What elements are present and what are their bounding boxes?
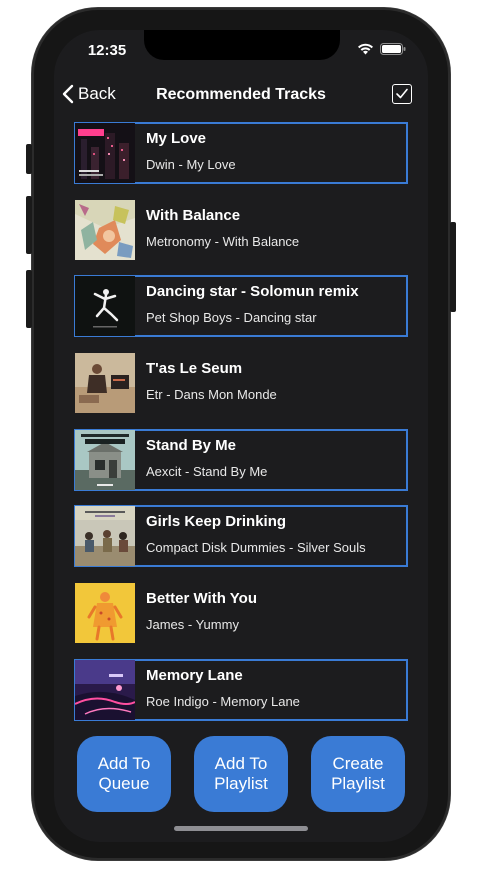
volume-down-button — [26, 270, 32, 328]
wifi-icon — [358, 43, 373, 55]
track-row[interactable]: Girls Keep Drinking Compact Disk Dummies… — [74, 505, 408, 568]
navigation-bar: Back Recommended Tracks — [54, 80, 428, 112]
action-bar: Add To Queue Add To Playlist Create Play… — [77, 736, 405, 812]
track-title: My Love — [146, 130, 207, 147]
track-title: Girls Keep Drinking — [146, 513, 287, 531]
mute-switch — [26, 144, 32, 174]
album-art — [75, 506, 135, 567]
select-all-checkbox[interactable] — [392, 84, 412, 104]
album-art — [75, 123, 135, 183]
track-row[interactable]: Better With You James - Yummy — [74, 582, 408, 644]
app-screen: 12:35 Back Recommended Tracks My Love Dw… — [54, 30, 428, 842]
add-to-playlist-button[interactable]: Add To Playlist — [194, 736, 288, 812]
track-list: My Love Dwin - My Love With Balance Metr… — [74, 122, 408, 736]
track-subtitle: Roe Indigo - Memory Lane — [146, 693, 300, 709]
add-to-queue-button[interactable]: Add To Queue — [77, 736, 171, 812]
track-subtitle: Compact Disk Dummies - Silver Souls — [146, 540, 366, 556]
power-button — [450, 222, 456, 312]
track-row[interactable]: Memory Lane Roe Indigo - Memory Lane — [74, 658, 408, 721]
track-row[interactable]: Dancing star - Solomun remix Pet Shop Bo… — [74, 275, 408, 338]
create-playlist-button[interactable]: Create Playlist — [311, 736, 405, 812]
album-art — [75, 583, 135, 644]
album-art — [75, 429, 135, 490]
track-subtitle: Aexcit - Stand By Me — [146, 463, 268, 479]
track-row[interactable]: Stand By Me Aexcit - Stand By Me — [74, 428, 408, 491]
home-indicator — [174, 826, 308, 831]
track-title: Better With You — [146, 590, 257, 608]
notch — [144, 30, 340, 60]
track-subtitle: Metronomy - With Balance — [146, 233, 300, 249]
track-row[interactable]: T'as Le Seum Etr - Dans Mon Monde — [74, 352, 408, 414]
volume-up-button — [26, 196, 32, 254]
track-title: With Balance — [146, 206, 241, 224]
album-art — [75, 659, 135, 720]
album-art — [75, 276, 135, 337]
checkmark-icon — [396, 88, 408, 99]
track-row[interactable]: With Balance Metronomy - With Balance — [74, 199, 408, 261]
battery-icon — [380, 43, 406, 55]
track-subtitle: Etr - Dans Mon Monde — [146, 387, 277, 403]
track-subtitle: James - Yummy — [146, 617, 239, 633]
track-subtitle: Dwin - My Love — [146, 157, 236, 172]
page-title: Recommended Tracks — [156, 86, 326, 103]
album-art — [75, 353, 135, 414]
status-time: 12:35 — [87, 42, 127, 59]
track-row[interactable]: My Love Dwin - My Love — [74, 122, 408, 184]
track-title: Dancing star - Solomun remix — [146, 283, 359, 301]
track-title: T'as Le Seum — [146, 360, 243, 378]
status-icons — [357, 43, 406, 55]
track-title: Memory Lane — [146, 666, 243, 684]
track-subtitle: Pet Shop Boys - Dancing star — [146, 310, 317, 326]
track-title: Stand By Me — [146, 436, 237, 454]
album-art — [75, 199, 135, 260]
